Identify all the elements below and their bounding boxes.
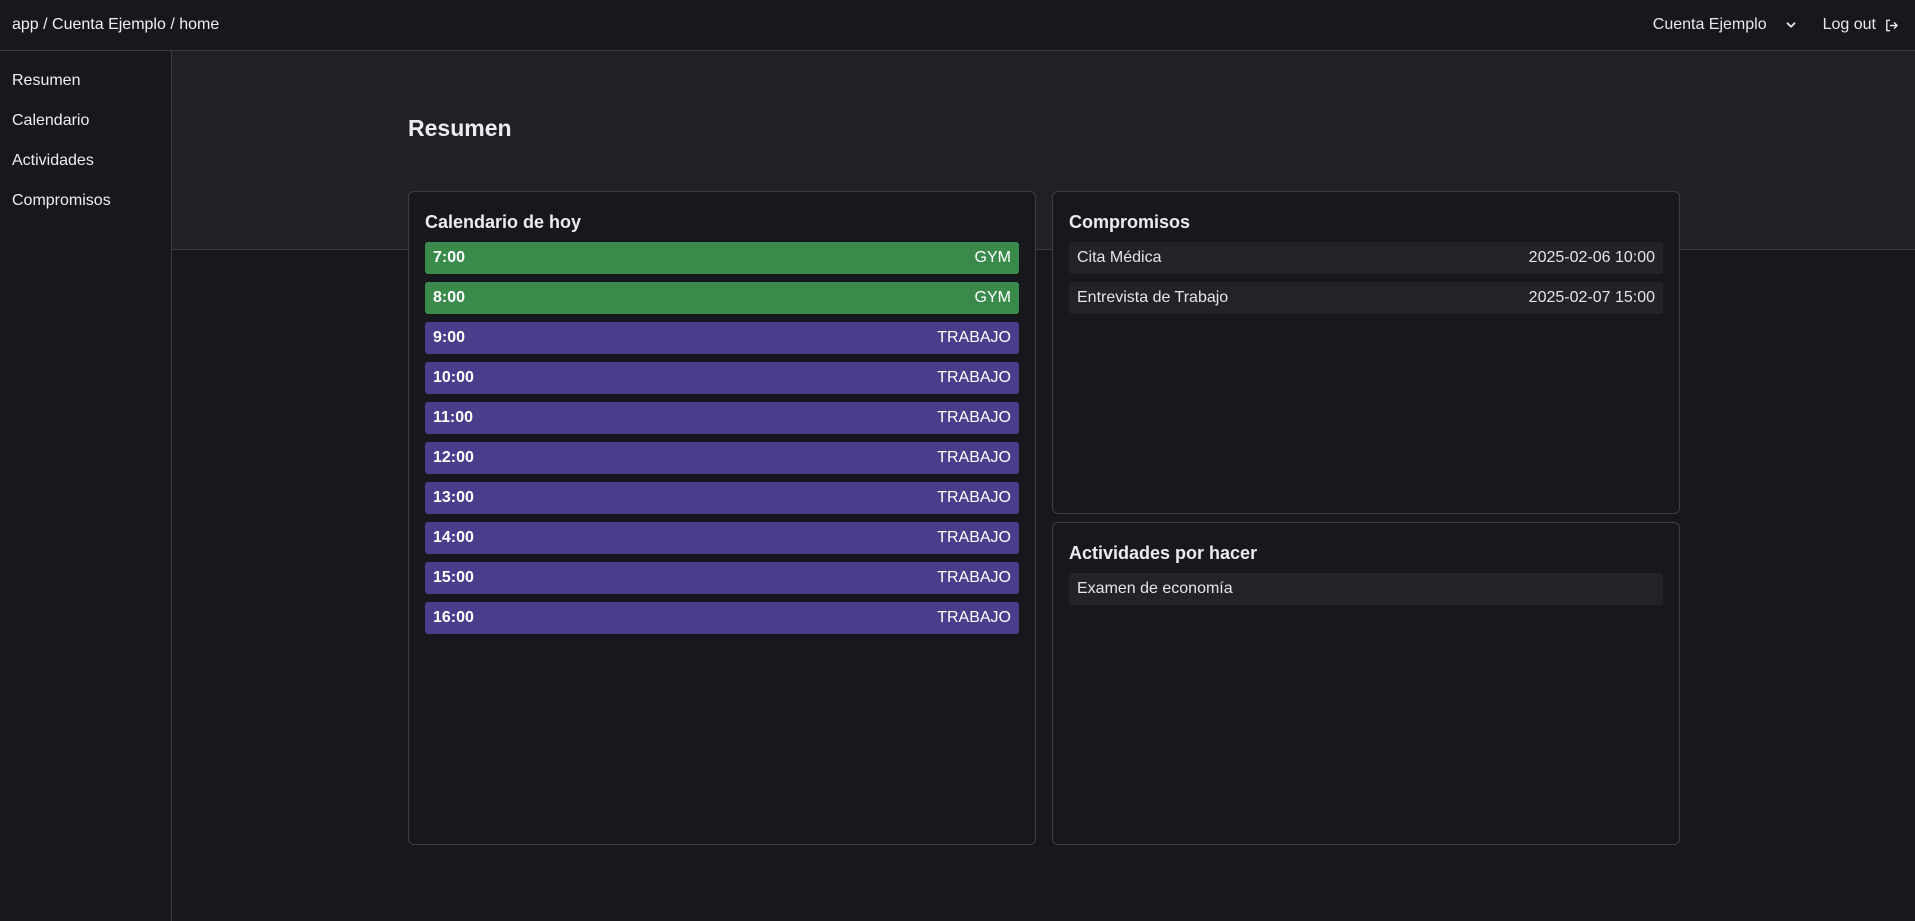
calendar-slot-time: 8:00 xyxy=(433,289,466,306)
calendar-slot-label: TRABAJO xyxy=(937,329,1011,346)
compromiso-datetime: 2025-02-06 10:00 xyxy=(1528,249,1655,266)
top-right-controls: Cuenta Ejemplo Log out xyxy=(1653,16,1903,34)
compromiso-row[interactable]: Cita Médica 2025-02-06 10:00 xyxy=(1069,242,1663,274)
compromiso-datetime: 2025-02-07 15:00 xyxy=(1528,289,1655,306)
actividades-card: Actividades por hacer Examen de economía xyxy=(1052,522,1680,845)
calendar-slot-time: 7:00 xyxy=(433,249,466,266)
calendar-slot-label: GYM xyxy=(974,289,1011,306)
calendar-slot-label: TRABAJO xyxy=(937,409,1011,426)
account-dropdown[interactable]: Cuenta Ejemplo xyxy=(1653,16,1797,34)
sidebar-item-actividades[interactable]: Actividades xyxy=(0,141,171,181)
calendar-slot-time: 16:00 xyxy=(433,609,474,626)
calendar-card-title: Calendario de hoy xyxy=(425,212,582,232)
actividad-name: Examen de economía xyxy=(1077,580,1233,597)
calendar-slot-trabajo[interactable]: 10:00 TRABAJO xyxy=(425,362,1019,394)
main-content: Resumen Calendario de hoy 7:00 GYM 8:00 GYM… xyxy=(172,51,1915,921)
calendar-slot-label: TRABAJO xyxy=(937,609,1011,626)
calendar-slot-label: TRABAJO xyxy=(937,529,1011,546)
calendar-slot-label: GYM xyxy=(974,249,1011,266)
calendar-slot-label: TRABAJO xyxy=(937,369,1011,386)
calendar-slot-trabajo[interactable]: 16:00 TRABAJO xyxy=(425,602,1019,634)
compromisos-card: Compromisos Cita Médica 2025-02-06 10:00… xyxy=(1052,191,1680,514)
calendar-slot-time: 12:00 xyxy=(433,449,474,466)
calendar-slot-time: 15:00 xyxy=(433,569,474,586)
calendar-slot-trabajo[interactable]: 13:00 TRABAJO xyxy=(425,482,1019,514)
logout-icon xyxy=(1884,18,1899,33)
actividades-card-title: Actividades por hacer xyxy=(1069,543,1258,563)
calendar-slot-label: TRABAJO xyxy=(937,569,1011,586)
calendar-slot-trabajo[interactable]: 11:00 TRABAJO xyxy=(425,402,1019,434)
compromiso-row[interactable]: Entrevista de Trabajo 2025-02-07 15:00 xyxy=(1069,282,1663,314)
top-bar: app / Cuenta Ejemplo / home Cuenta Ejemp… xyxy=(0,0,1915,51)
calendar-slot-gym[interactable]: 8:00 GYM xyxy=(425,282,1019,314)
compromisos-card-title: Compromisos xyxy=(1069,212,1191,232)
compromiso-name: Cita Médica xyxy=(1077,249,1162,266)
sidebar-item-calendario[interactable]: Calendario xyxy=(0,101,171,141)
calendar-slot-trabajo[interactable]: 14:00 TRABAJO xyxy=(425,522,1019,554)
calendar-slot-time: 9:00 xyxy=(433,329,466,346)
sidebar: Resumen Calendario Actividades Compromis… xyxy=(0,51,172,921)
calendar-slot-time: 11:00 xyxy=(433,409,474,426)
calendar-slot-label: TRABAJO xyxy=(937,489,1011,506)
logout-button[interactable]: Log out xyxy=(1823,16,1899,34)
calendar-slot-time: 14:00 xyxy=(433,529,474,546)
page-title: Resumen xyxy=(408,115,512,141)
calendar-slot-trabajo[interactable]: 12:00 TRABAJO xyxy=(425,442,1019,474)
calendar-slot-gym[interactable]: 7:00 GYM xyxy=(425,242,1019,274)
sidebar-item-resumen[interactable]: Resumen xyxy=(0,61,171,101)
actividad-row[interactable]: Examen de economía xyxy=(1069,573,1663,605)
chevron-down-icon xyxy=(1785,19,1797,31)
calendar-slot-label: TRABAJO xyxy=(937,449,1011,466)
compromiso-name: Entrevista de Trabajo xyxy=(1077,289,1229,306)
sidebar-item-compromisos[interactable]: Compromisos xyxy=(0,181,171,221)
breadcrumb: app / Cuenta Ejemplo / home xyxy=(12,16,220,33)
logout-label: Log out xyxy=(1822,16,1876,33)
calendar-slot-trabajo[interactable]: 9:00 TRABAJO xyxy=(425,322,1019,354)
calendar-slot-trabajo[interactable]: 15:00 TRABAJO xyxy=(425,562,1019,594)
calendar-slot-time: 10:00 xyxy=(433,369,474,386)
calendar-slot-time: 13:00 xyxy=(433,489,474,506)
account-name: Cuenta Ejemplo xyxy=(1652,16,1767,33)
calendar-list: 7:00 GYM 8:00 GYM 9:00 TRABAJO 10:00 TRABAJO 11:… xyxy=(425,242,1019,634)
calendar-card: Calendario de hoy 7:00 GYM 8:00 GYM 9:00 TRAB… xyxy=(408,191,1036,845)
